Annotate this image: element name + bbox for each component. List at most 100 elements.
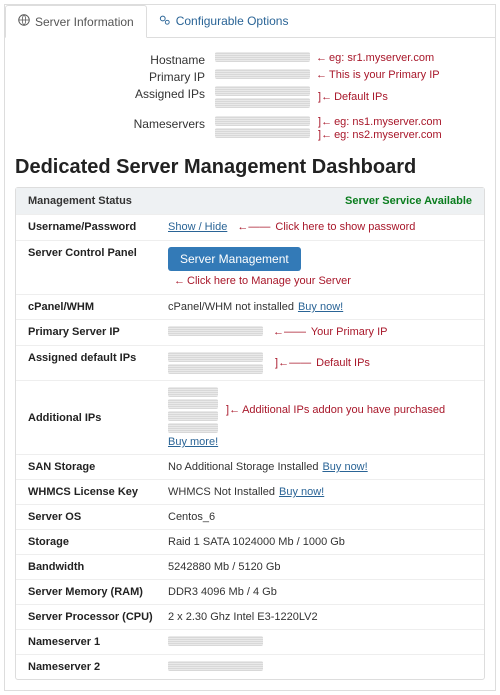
- row-text: WHMCS Not Installed: [168, 486, 275, 498]
- arrow-left-icon: ←――: [278, 357, 311, 369]
- arrow-left-icon: ←: [316, 52, 327, 64]
- field-label: Assigned IPs: [15, 86, 215, 101]
- row-label: SAN Storage: [28, 461, 168, 473]
- row-label: Server Control Panel: [28, 247, 168, 259]
- arrow-left-icon: ←: [229, 404, 240, 416]
- row-value: Centos_6: [168, 511, 215, 523]
- annotation: ←Click here to Manage your Server: [174, 275, 351, 288]
- redacted-value: [168, 326, 263, 336]
- management-panel: Management Status Server Service Availab…: [15, 187, 485, 680]
- redacted-value: [168, 399, 218, 409]
- redacted-value: [215, 69, 310, 79]
- row-label: Bandwidth: [28, 561, 168, 573]
- row-value: Raid 1 SATA 1024000 Mb / 1000 Gb: [168, 536, 345, 548]
- row-value: DDR3 4096 Mb / 4 Gb: [168, 586, 277, 598]
- annotation: ]←Additional IPs addon you have purchase…: [224, 404, 445, 417]
- header-management-status: Management Status: [28, 195, 345, 207]
- row-label: Storage: [28, 536, 168, 548]
- row-bandwidth: Bandwidth 5242880 Mb / 5120 Gb: [16, 554, 484, 579]
- annotation: ]←eg: ns1.myserver.com ]←eg: ns2.myserve…: [316, 116, 442, 142]
- cogs-icon: [159, 14, 171, 29]
- redacted-value: [215, 98, 310, 108]
- annotation: ]←―― Default IPs: [273, 357, 370, 370]
- show-hide-link[interactable]: Show / Hide: [168, 221, 227, 233]
- arrow-left-icon: ←: [316, 69, 327, 81]
- row-label: Primary Server IP: [28, 326, 168, 338]
- arrow-left-icon: ←: [174, 275, 185, 287]
- row-server-processor: Server Processor (CPU) 2 x 2.30 Ghz Inte…: [16, 604, 484, 629]
- redacted-value: [168, 636, 263, 646]
- field-primary-ip: Primary IP ←This is your Primary IP: [15, 69, 485, 84]
- redacted-value: [168, 423, 218, 433]
- row-label: Server OS: [28, 511, 168, 523]
- tab-label: Server Information: [35, 15, 134, 29]
- row-primary-server-ip: Primary Server IP ←―― Your Primary IP: [16, 319, 484, 345]
- server-info-panel: Server Information Configurable Options …: [4, 4, 496, 691]
- field-label: Hostname: [15, 52, 215, 67]
- redacted-value: [168, 387, 218, 397]
- header-service-available: Server Service Available: [345, 195, 472, 207]
- row-san-storage: SAN Storage No Additional Storage Instal…: [16, 454, 484, 479]
- annotation: ←―― Click here to show password: [237, 221, 415, 234]
- row-text: cPanel/WHM not installed: [168, 301, 294, 313]
- tab-bar: Server Information Configurable Options: [5, 5, 495, 38]
- row-storage: Storage Raid 1 SATA 1024000 Mb / 1000 Gb: [16, 529, 484, 554]
- row-server-memory: Server Memory (RAM) DDR3 4096 Mb / 4 Gb: [16, 579, 484, 604]
- field-nameservers: Nameservers ]←eg: ns1.myserver.com ]←eg:…: [15, 116, 485, 142]
- annotation: ←eg: sr1.myserver.com: [316, 52, 434, 65]
- buy-now-link[interactable]: Buy now!: [279, 486, 324, 498]
- panel-rows: Username/Password Show / Hide ←―― Click …: [16, 214, 484, 679]
- arrow-left-icon: ←――: [273, 326, 306, 338]
- redacted-value: [168, 352, 263, 362]
- buy-now-link[interactable]: Buy now!: [322, 461, 367, 473]
- buy-more-link[interactable]: Buy more!: [168, 436, 218, 448]
- row-additional-ips: Additional IPs ]←Additional IPs addon yo…: [16, 380, 484, 454]
- row-label: Server Memory (RAM): [28, 586, 168, 598]
- globe-icon: [18, 14, 30, 29]
- panel-header: Management Status Server Service Availab…: [16, 188, 484, 214]
- row-label: Username/Password: [28, 221, 168, 233]
- tab-server-information[interactable]: Server Information: [5, 5, 147, 38]
- row-text: No Additional Storage Installed: [168, 461, 318, 473]
- arrow-left-icon: ←: [321, 91, 332, 103]
- server-management-button[interactable]: Server Management: [168, 247, 301, 271]
- row-value: 2 x 2.30 Ghz Intel E3-1220LV2: [168, 611, 318, 623]
- row-label: WHMCS License Key: [28, 486, 168, 498]
- row-assigned-default-ips: Assigned default IPs ]←―― Default IPs: [16, 345, 484, 380]
- field-hostname: Hostname ←eg: sr1.myserver.com: [15, 52, 485, 67]
- row-label: Assigned default IPs: [28, 352, 168, 364]
- annotation: ]←Default IPs: [316, 91, 388, 104]
- redacted-value: [168, 661, 263, 671]
- page-title: Dedicated Server Management Dashboard: [15, 156, 485, 179]
- row-cpanel-whm: cPanel/WHM cPanel/WHM not installed Buy …: [16, 294, 484, 319]
- tab-configurable-options[interactable]: Configurable Options: [147, 5, 301, 37]
- buy-now-link[interactable]: Buy now!: [298, 301, 343, 313]
- redacted-value: [168, 364, 263, 374]
- tab-label: Configurable Options: [176, 14, 289, 28]
- annotation: ←―― Your Primary IP: [273, 326, 387, 339]
- field-label: Nameservers: [15, 116, 215, 131]
- redacted-value: [215, 86, 310, 96]
- row-nameserver-1: Nameserver 1: [16, 629, 484, 654]
- field-assigned-ips: Assigned IPs ]←Default IPs: [15, 86, 485, 108]
- field-label: Primary IP: [15, 69, 215, 84]
- row-server-os: Server OS Centos_6: [16, 504, 484, 529]
- row-nameserver-2: Nameserver 2: [16, 654, 484, 679]
- redacted-value: [215, 128, 310, 138]
- redacted-value: [215, 116, 310, 126]
- annotation: ←This is your Primary IP: [316, 69, 440, 82]
- arrow-left-icon: ←――: [237, 221, 270, 233]
- row-label: Nameserver 1: [28, 636, 168, 648]
- redacted-value: [168, 411, 218, 421]
- arrow-left-icon: ←: [321, 129, 332, 141]
- row-username-password: Username/Password Show / Hide ←―― Click …: [16, 214, 484, 240]
- arrow-left-icon: ←: [321, 116, 332, 128]
- row-server-control-panel: Server Control Panel Server Management ←…: [16, 240, 484, 294]
- row-whmcs-license: WHMCS License Key WHMCS Not Installed Bu…: [16, 479, 484, 504]
- redacted-value: [215, 52, 310, 62]
- row-label: Nameserver 2: [28, 661, 168, 673]
- row-value: 5242880 Mb / 5120 Gb: [168, 561, 281, 573]
- row-label: Additional IPs: [28, 412, 168, 424]
- row-label: Server Processor (CPU): [28, 611, 168, 623]
- summary-fields: Hostname ←eg: sr1.myserver.com Primary I…: [15, 52, 485, 142]
